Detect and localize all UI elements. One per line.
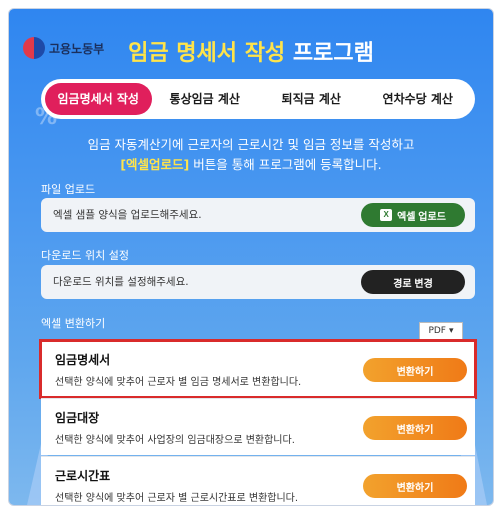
- format-select[interactable]: PDF ▾: [419, 322, 463, 340]
- tab-annual-leave-pay[interactable]: 연차수당 계산: [365, 83, 472, 115]
- convert-item-desc: 선택한 양식에 맞추어 사업장의 임금대장으로 변환합니다.: [55, 435, 295, 446]
- tab-ordinary-wage[interactable]: 통상임금 계산: [152, 83, 259, 115]
- download-placeholder: 다운로드 위치를 설정해주세요.: [53, 276, 189, 288]
- page-title: 임금 명세서 작성 프로그램: [9, 35, 493, 67]
- upload-panel: 엑셀 샘플 양식을 업로드해주세요. X 엑셀 업로드: [41, 198, 475, 232]
- excel-upload-label: 엑셀 업로드: [397, 211, 446, 223]
- download-section-label: 다운로드 위치 설정: [41, 249, 129, 262]
- upload-section-label: 파일 업로드: [41, 183, 96, 196]
- convert-item-wage-statement: 임금명세서 선택한 양식에 맞추어 근로자 별 임금 명세서로 변환합니다. 변…: [39, 339, 477, 399]
- intro-text: 임금 자동계산기에 근로자의 근로시간 및 임금 정보를 작성하고 [엑셀업로드…: [9, 135, 493, 175]
- convert-button[interactable]: 변환하기: [363, 416, 467, 440]
- convert-item-title: 임금명세서: [55, 353, 111, 367]
- app-window: % 고용노동부 임금 명세서 작성 프로그램 임금명세서 작성 통상임금 계산 …: [8, 8, 494, 506]
- tab-severance-pay[interactable]: 퇴직금 계산: [258, 83, 365, 115]
- convert-section-label: 엑셀 변환하기: [41, 317, 106, 330]
- chevron-down-icon: ▾: [449, 326, 454, 336]
- title-rest: 프로그램: [292, 41, 374, 66]
- convert-button[interactable]: 변환하기: [363, 474, 467, 498]
- intro-line-2: [엑셀업로드] 버튼을 통해 프로그램에 등록합니다.: [9, 155, 493, 175]
- intro-highlight: [엑셀업로드]: [120, 157, 190, 172]
- intro-line-1: 임금 자동계산기에 근로자의 근로시간 및 임금 정보를 작성하고: [87, 137, 415, 152]
- upload-placeholder: 엑셀 샘플 양식을 업로드해주세요.: [53, 209, 202, 221]
- tab-wage-statement[interactable]: 임금명세서 작성: [45, 83, 152, 115]
- convert-item-wage-ledger: 임금대장 선택한 양식에 맞추어 사업장의 임금대장으로 변환합니다. 변환하기: [41, 399, 475, 455]
- change-path-button[interactable]: 경로 변경: [361, 270, 465, 294]
- convert-item-desc: 선택한 양식에 맞추어 근로자 별 임금 명세서로 변환합니다.: [55, 377, 302, 388]
- intro-line-2-rest: 버튼을 통해 프로그램에 등록합니다.: [189, 157, 382, 172]
- excel-icon: X: [380, 209, 393, 221]
- convert-item-work-timesheet: 근로시간표 선택한 양식에 맞추어 근로자 별 근로시간표로 변환합니다. 변환…: [41, 457, 475, 505]
- tab-bar: 임금명세서 작성 통상임금 계산 퇴직금 계산 연차수당 계산: [41, 79, 475, 119]
- download-panel: 다운로드 위치를 설정해주세요. 경로 변경: [41, 265, 475, 299]
- convert-item-title: 임금대장: [55, 411, 100, 425]
- convert-button[interactable]: 변환하기: [363, 358, 467, 382]
- title-highlight: 임금 명세서 작성: [128, 41, 286, 66]
- excel-upload-button[interactable]: X 엑셀 업로드: [361, 203, 465, 227]
- convert-item-title: 근로시간표: [55, 469, 111, 483]
- format-select-value: PDF: [428, 326, 446, 336]
- convert-item-desc: 선택한 양식에 맞추어 근로자 별 근로시간표로 변환합니다.: [55, 493, 299, 504]
